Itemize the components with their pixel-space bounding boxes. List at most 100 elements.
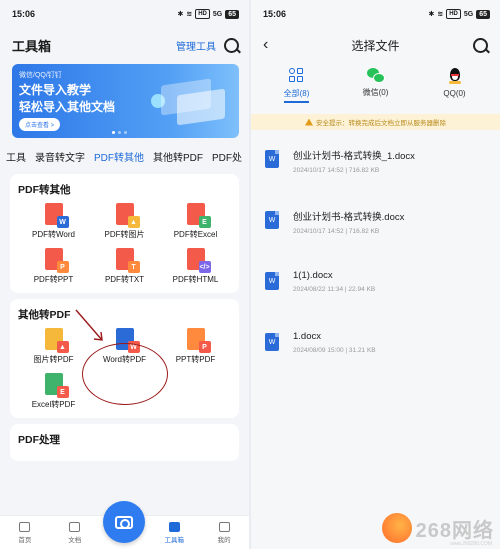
tool-label: 图片转PDF xyxy=(33,355,74,364)
toolbox-screen: 15:06 ✱ ≋ HD 5G 65 工具箱 管理工具 微信/QQ/钉钉 文件导… xyxy=(0,0,249,549)
carousel-dots xyxy=(112,131,127,134)
file-name: 创业计划书-格式转换.docx xyxy=(293,212,405,223)
file-item[interactable]: W 创业计划书-格式转换.docx 2024/10/17 14:52 | 716… xyxy=(265,199,486,260)
nav-label: 首页 xyxy=(18,536,32,544)
grid-icon xyxy=(288,68,305,84)
file-info: 1(1).docx 2024/08/22 11:34 | 22.94 KB xyxy=(293,270,375,293)
banner-headline: 文件导入教学 xyxy=(19,83,92,97)
import-tutorial-banner[interactable]: 微信/QQ/钉钉 文件导入教学 轻松导入其他文档 点击查看 > xyxy=(12,64,239,138)
notice-text: 安全提示：转换完成后文档立即从服务器删除 xyxy=(316,120,446,127)
tab-qq[interactable]: QQ(0) xyxy=(425,68,485,112)
file-info: 1.docx 2024/08/09 15:00 | 31.21 KB xyxy=(293,331,376,354)
tab-label: QQ(0) xyxy=(443,89,466,98)
tool-pdf-to-ppt[interactable]: P PDF转PPT xyxy=(18,248,89,285)
nav-label: 文档 xyxy=(68,536,82,544)
tab-tools[interactable]: 工具 xyxy=(6,149,26,164)
nav-profile[interactable]: 我的 xyxy=(204,521,244,544)
tab-other-to-pdf[interactable]: 其他转PDF xyxy=(153,149,203,164)
pdf-to-txt-icon: T xyxy=(115,248,140,273)
banner-caption: 微信/QQ/钉钉 xyxy=(19,72,62,79)
search-icon[interactable] xyxy=(224,37,239,53)
tool-excel-to-pdf[interactable]: E Excel转PDF xyxy=(18,373,89,410)
word-file-icon: W xyxy=(265,150,279,168)
tab-pdf-to-other[interactable]: PDF转其他 xyxy=(94,149,144,164)
search-icon[interactable] xyxy=(473,37,488,53)
nav-label: 工具箱 xyxy=(164,536,185,544)
file-meta: 2024/08/09 15:00 | 31.21 KB xyxy=(293,347,376,354)
watermark-text: 268网络 xyxy=(415,519,494,542)
tool-pdf-to-html[interactable]: </> PDF转HTML xyxy=(160,248,231,285)
pdf-to-word-icon: W xyxy=(44,203,69,228)
tab-pdf-process[interactable]: PDF处 xyxy=(212,149,242,164)
scan-camera-button[interactable] xyxy=(103,501,145,543)
source-tabs: 全部(8) 微信(0) QQ(0) xyxy=(251,62,500,112)
tool-badge: W xyxy=(56,216,69,228)
tool-badge: </> xyxy=(198,261,211,273)
tool-badge: ▲ xyxy=(56,341,69,353)
nav-label: 我的 xyxy=(217,536,231,544)
carousel-dot xyxy=(112,131,115,134)
file-item[interactable]: W 1.docx 2024/08/09 15:00 | 31.21 KB xyxy=(265,321,486,382)
security-notice: 安全提示：转换完成后文档立即从服务器删除 xyxy=(251,114,500,130)
word-file-icon: W xyxy=(265,211,279,229)
home-icon xyxy=(19,521,31,532)
section-title: 其他转PDF xyxy=(18,309,71,321)
carousel-dot xyxy=(124,131,127,134)
tool-badge: ▲ xyxy=(127,216,140,228)
pdf-to-excel-icon: E xyxy=(186,203,211,228)
tool-label: Excel转PDF xyxy=(31,400,76,409)
tab-all[interactable]: 全部(8) xyxy=(267,68,327,112)
tool-label: PDF转TXT xyxy=(104,275,145,284)
wifi-icon: ≋ xyxy=(186,11,193,18)
tab-wechat[interactable]: 微信(0) xyxy=(346,68,406,112)
file-list: W 创业计划书-格式转换_1.docx 2024/10/17 14:52 | 7… xyxy=(251,130,500,382)
wechat-icon xyxy=(366,68,385,83)
file-item[interactable]: W 1(1).docx 2024/08/22 11:34 | 22.94 KB xyxy=(265,260,486,321)
tool-label: PPT转PDF xyxy=(175,355,216,364)
tool-pdf-to-word[interactable]: W PDF转Word xyxy=(18,203,89,240)
nav-home[interactable]: 首页 xyxy=(5,521,45,544)
status-icons: ✱ ≋ HD 5G 65 xyxy=(177,9,239,19)
bluetooth-icon: ✱ xyxy=(428,11,435,18)
nav-toolbox[interactable]: 工具箱 xyxy=(154,521,194,544)
network-label: 5G xyxy=(212,10,223,18)
tool-badge: P xyxy=(198,341,211,353)
tool-pdf-to-image[interactable]: ▲ PDF转图片 xyxy=(89,203,160,240)
pdf-to-image-icon: ▲ xyxy=(115,203,140,228)
section-title: PDF转其他 xyxy=(18,184,71,196)
manage-tools-link[interactable]: 管理工具 xyxy=(176,38,216,53)
tool-pdf-to-excel[interactable]: E PDF转Excel xyxy=(160,203,231,240)
page-title: 工具箱 xyxy=(12,38,52,54)
qq-icon xyxy=(448,68,462,85)
tab-audio-to-text[interactable]: 录音转文字 xyxy=(35,149,85,164)
bluetooth-icon: ✱ xyxy=(177,11,184,18)
select-file-screen: 15:06 ✱ ≋ HD 5G 65 ‹ 选择文件 全部(8) 微信(0) QQ… xyxy=(251,0,500,549)
header-actions: 管理工具 xyxy=(176,37,239,53)
banner-illustration xyxy=(151,74,229,128)
status-time: 15:06 xyxy=(12,9,36,19)
pdf-to-other-section: PDF转其他 W PDF转Word ▲ PDF转图片 E PDF转Excel P… xyxy=(10,174,239,293)
image-to-pdf-icon: ▲ xyxy=(44,328,69,353)
category-tabs: 工具 录音转文字 PDF转其他 其他转PDF PDF处 xyxy=(0,144,249,168)
excel-to-pdf-icon: E xyxy=(44,373,69,398)
tool-label: PDF转PPT xyxy=(33,275,74,284)
nav-documents[interactable]: 文档 xyxy=(55,521,95,544)
back-arrow-icon[interactable]: ‹ xyxy=(263,36,268,54)
grid-icon xyxy=(168,521,180,532)
network-label: 5G xyxy=(463,10,474,18)
user-icon xyxy=(218,521,230,532)
tool-label: PDF转Excel xyxy=(173,230,218,239)
battery-icon: 65 xyxy=(476,9,490,19)
page-title: 选择文件 xyxy=(351,38,400,53)
file-item[interactable]: W 创业计划书-格式转换_1.docx 2024/10/17 14:52 | 7… xyxy=(265,138,486,199)
status-bar: 15:06 ✱ ≋ HD 5G 65 xyxy=(251,0,500,28)
banner-view-button[interactable]: 点击查看 > xyxy=(19,118,61,131)
tool-label: PDF转图片 xyxy=(104,230,145,239)
tool-badge: E xyxy=(198,216,211,228)
tool-pdf-to-txt[interactable]: T PDF转TXT xyxy=(89,248,160,285)
file-name: 1.docx xyxy=(293,331,321,342)
word-file-icon: W xyxy=(265,272,279,290)
file-info: 创业计划书-格式转换_1.docx 2024/10/17 14:52 | 716… xyxy=(293,148,415,174)
status-time: 15:06 xyxy=(263,9,287,19)
tool-ppt-to-pdf[interactable]: P PPT转PDF xyxy=(160,328,231,365)
